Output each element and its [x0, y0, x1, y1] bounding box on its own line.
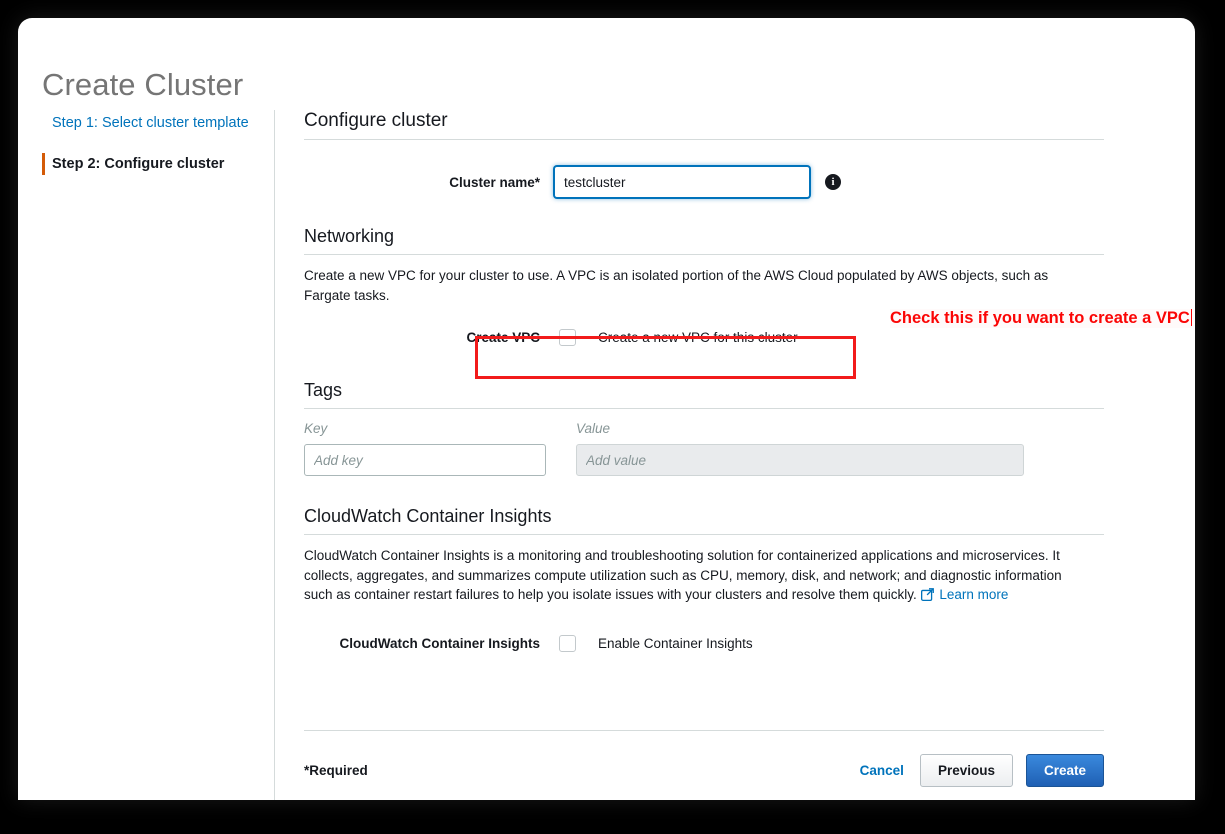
create-button[interactable]: Create [1026, 754, 1104, 787]
screenshot-viewport: Create Cluster Step 1: Select cluster te… [0, 0, 1225, 834]
cluster-name-input[interactable] [554, 166, 810, 198]
tag-value-input[interactable] [576, 444, 1024, 476]
configure-cluster-heading: Configure cluster [304, 110, 1104, 140]
enable-container-insights-text: Enable Container Insights [598, 636, 753, 651]
sidebar-divider [274, 110, 275, 800]
sidebar-step-1[interactable]: Step 1: Select cluster template [42, 108, 274, 138]
cluster-name-label: Cluster name* [304, 175, 540, 190]
create-vpc-checkbox[interactable] [559, 329, 576, 346]
create-vpc-checkbox-text: Create a new VPC for this cluster [598, 330, 798, 345]
networking-heading: Networking [304, 226, 1104, 255]
tags-input-row [304, 444, 1104, 476]
tag-key-input[interactable] [304, 444, 546, 476]
tags-key-label: Key [304, 421, 576, 436]
info-icon[interactable]: i [825, 174, 841, 190]
learn-more-link[interactable]: Learn more [939, 587, 1008, 602]
create-cluster-page: Create Cluster Step 1: Select cluster te… [18, 18, 1195, 800]
create-vpc-annotation-text: Check this if you want to create a VPC [890, 309, 1190, 327]
tags-column-labels: Key Value [304, 421, 1104, 436]
enable-container-insights-checkbox[interactable] [559, 635, 576, 652]
create-vpc-label: Create VPC [304, 330, 540, 345]
cluster-name-row: Cluster name* i [304, 166, 1104, 198]
previous-button[interactable]: Previous [920, 754, 1013, 787]
tags-heading: Tags [304, 380, 1104, 409]
tags-value-label: Value [576, 421, 610, 436]
sidebar-step-1-label: Step 1: Select cluster template [52, 115, 249, 131]
container-insights-field-label: CloudWatch Container Insights [304, 636, 540, 651]
annotation-text-caret [1191, 309, 1192, 326]
create-vpc-row: Create VPC Create a new VPC for this clu… [304, 329, 1104, 346]
sidebar-step-2[interactable]: Step 2: Configure cluster [42, 149, 274, 179]
container-insights-description: CloudWatch Container Insights is a monit… [304, 546, 1090, 607]
networking-description: Create a new VPC for your cluster to use… [304, 266, 1088, 305]
wizard-steps-sidebar: Step 1: Select cluster template Step 2: … [42, 108, 274, 179]
create-vpc-annotation: Check this if you want to create a VPC [890, 309, 1192, 328]
sidebar-step-2-label: Step 2: Configure cluster [52, 156, 224, 172]
footer-divider [304, 730, 1104, 731]
footer-actions-bar: *Required Cancel Previous Create [304, 754, 1104, 787]
container-insights-heading: CloudWatch Container Insights [304, 506, 1104, 535]
page-title: Create Cluster [42, 67, 243, 103]
required-note: *Required [304, 763, 368, 778]
main-content: Configure cluster Cluster name* i Networ… [304, 110, 1104, 652]
external-link-icon [921, 589, 938, 604]
cancel-button[interactable]: Cancel [857, 763, 907, 778]
enable-container-insights-row: CloudWatch Container Insights Enable Con… [304, 635, 1104, 652]
footer-buttons: Cancel Previous Create [857, 754, 1104, 787]
